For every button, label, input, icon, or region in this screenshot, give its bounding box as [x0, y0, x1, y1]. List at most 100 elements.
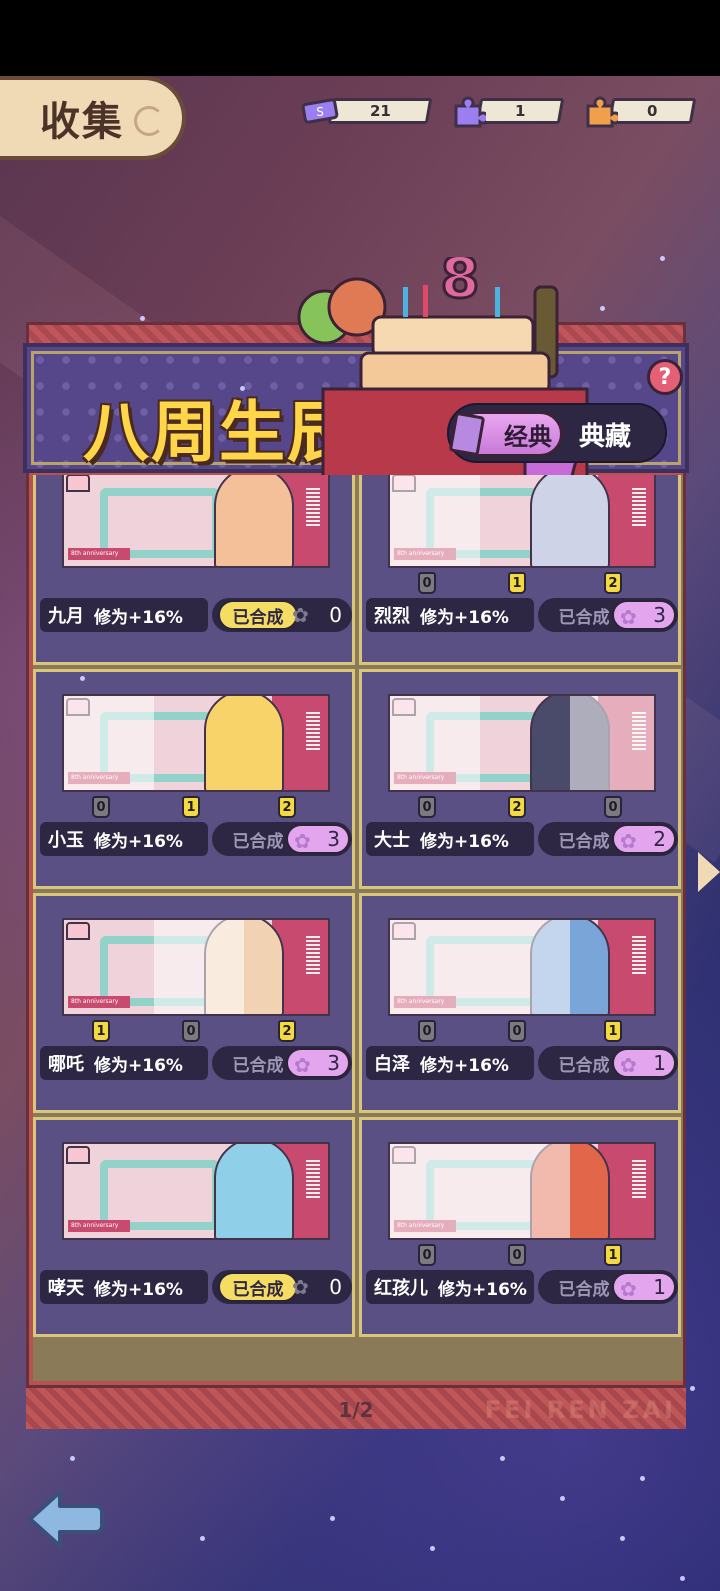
locked-fragment-overlay: [64, 696, 154, 790]
orange-puzzle-icon: [580, 94, 620, 128]
barcode: [306, 712, 320, 752]
locked-fragment-overlay: [390, 696, 480, 790]
fragment-count-badge: 1: [604, 1244, 622, 1266]
puzzle-count: ✿ 0: [286, 1272, 350, 1302]
synthesize-status[interactable]: 已合成 ✿ 1: [538, 1270, 678, 1304]
puzzle-piece-icon: ✿: [620, 1053, 637, 1077]
character-name: 小玉: [48, 830, 84, 851]
locked-fragment-overlay: [480, 920, 570, 1014]
synthesize-status[interactable]: 已合成 ✿ 3: [212, 1046, 352, 1080]
fragment-count-badge: 0: [182, 1020, 200, 1042]
star-sparkle: [690, 1386, 695, 1391]
card-artwork: 8th anniversary: [62, 694, 330, 792]
card-artwork: 8th anniversary: [388, 1142, 656, 1240]
character-card[interactable]: 8th anniversary001红孩儿修为+16%已合成✿1: [359, 1117, 681, 1337]
tab-classic-label: 经典: [504, 422, 552, 451]
character-card[interactable]: 8th anniversary 1 0 2 哪吒 修为+16% 已合成 ✿ 3: [33, 893, 355, 1113]
bonus-text: 修为+16%: [420, 1055, 509, 1076]
star-sparkle: [330, 1516, 335, 1521]
card-name-plate: 小玉 修为+16%: [40, 822, 208, 856]
bonus-text: 修为+16%: [420, 607, 509, 628]
puzzle-piece-icon: ✿: [292, 603, 309, 627]
puzzle-count-value: 3: [327, 1051, 340, 1075]
tab-classic[interactable]: 经典: [448, 411, 563, 457]
tab-collection-label: 典藏: [579, 421, 632, 452]
card-name-plate: 九月 修为+16%: [40, 598, 208, 632]
art-caption: 8th anniversary: [68, 548, 130, 560]
card-name-plate: 白泽 修为+16%: [366, 1046, 534, 1080]
card-artwork: 8th anniversary: [62, 475, 330, 568]
synthesize-status[interactable]: 已合成 ✿ 1: [538, 1046, 678, 1080]
character-name: 烈烈: [374, 606, 410, 627]
star-sparkle: [620, 1536, 625, 1541]
puzzle-count-value: 3: [327, 827, 340, 851]
next-page-arrow[interactable]: [698, 852, 720, 892]
puzzle-piece-icon: ✿: [294, 1053, 311, 1077]
synthesize-status[interactable]: 已合成 ✿ 3: [538, 598, 678, 632]
character-name: 白泽: [374, 1054, 410, 1075]
bonus-text: 修为+16%: [94, 1055, 183, 1076]
bonus-text: 修为+16%: [94, 607, 183, 628]
puzzle-piece-icon: ✿: [620, 829, 637, 853]
back-arrow-icon[interactable]: [26, 1488, 104, 1550]
star-sparkle: [640, 1476, 645, 1481]
ticket-icon: S: [300, 94, 340, 128]
fragment-count-badge: 0: [418, 1020, 436, 1042]
locked-fragment-overlay: [570, 696, 654, 790]
collect-label: 收集: [40, 99, 124, 145]
bonus-text: 修为+16%: [94, 1279, 183, 1300]
card-artwork: 8th anniversary: [388, 475, 656, 568]
fragment-count-badge: 2: [508, 796, 526, 818]
barcode: [632, 1160, 646, 1200]
fragment-count-badge: 2: [278, 1020, 296, 1042]
synthesize-status[interactable]: 已合成 ✿ 0: [212, 1270, 352, 1304]
character-name: 红孩儿: [374, 1278, 428, 1299]
star-sparkle: [240, 386, 245, 391]
card-artwork: 8th anniversary: [62, 918, 330, 1016]
synthesize-status[interactable]: 已合成 ✿ 2: [538, 822, 678, 856]
card-name-plate: 大士 修为+16%: [366, 822, 534, 856]
event-panel: 八周生辰 8 ? 经典 典藏 8th anniversary 九月 修为+16% 已合…: [23, 257, 689, 1429]
character-name: 哪吒: [48, 1054, 84, 1075]
character-card[interactable]: 8th anniversary012烈烈修为+16%已合成✿3: [359, 475, 681, 665]
orange-puzzle-value: 0: [646, 102, 658, 120]
star-sparkle: [600, 306, 605, 311]
star-sparkle: [200, 1536, 205, 1541]
character-card[interactable]: 8th anniversary012小玉修为+16%已合成✿3: [33, 669, 355, 889]
barcode: [632, 488, 646, 528]
fragment-count-badge: 0: [418, 1244, 436, 1266]
card-name-plate: 红孩儿 修为+16%: [366, 1270, 534, 1304]
collect-tab[interactable]: 收集: [0, 76, 186, 160]
fragment-count-badge: 2: [604, 572, 622, 594]
fragment-count-badge: 0: [92, 796, 110, 818]
synthesize-status[interactable]: 已合成 ✿ 0: [212, 598, 352, 632]
character-portrait: [530, 475, 610, 566]
card-artwork: 8th anniversary: [388, 694, 656, 792]
fragment-count-badge: 0: [508, 1244, 526, 1266]
help-button[interactable]: ?: [647, 359, 683, 395]
star-sparkle: [680, 1576, 685, 1581]
tab-switch: 经典 典藏: [447, 403, 667, 463]
star-sparkle: [500, 1456, 505, 1461]
locked-fragment-overlay: [480, 1144, 570, 1238]
puzzle-piece-icon: ✿: [620, 605, 637, 629]
barcode: [306, 936, 320, 976]
puzzle-count: ✿ 1: [612, 1272, 676, 1302]
character-portrait: [204, 696, 284, 790]
character-card[interactable]: 8th anniversary 哮天 修为+16% 已合成 ✿ 0: [33, 1117, 355, 1337]
synthesize-status[interactable]: 已合成 ✿ 3: [212, 822, 352, 856]
fragment-count-badge: 1: [508, 572, 526, 594]
tab-collection[interactable]: 典藏: [579, 411, 631, 457]
bonus-text: 修为+16%: [438, 1279, 527, 1300]
character-card[interactable]: 8th anniversary020大士修为+16%已合成✿2: [359, 669, 681, 889]
resource-tickets: S 21: [300, 94, 433, 128]
watermark: FEI REN ZAI: [484, 1396, 676, 1424]
character-card[interactable]: 8th anniversary001白泽修为+16%已合成✿1: [359, 893, 681, 1113]
fragment-count-badge: 1: [92, 1020, 110, 1042]
character-portrait: [214, 1144, 294, 1238]
puzzle-count-value: 0: [329, 603, 342, 627]
star-sparkle: [560, 1496, 565, 1501]
locked-fragment-overlay: [390, 920, 480, 1014]
puzzle-piece-icon: ✿: [620, 1277, 637, 1301]
character-card[interactable]: 8th anniversary 九月 修为+16% 已合成 ✿ 0: [33, 475, 355, 665]
